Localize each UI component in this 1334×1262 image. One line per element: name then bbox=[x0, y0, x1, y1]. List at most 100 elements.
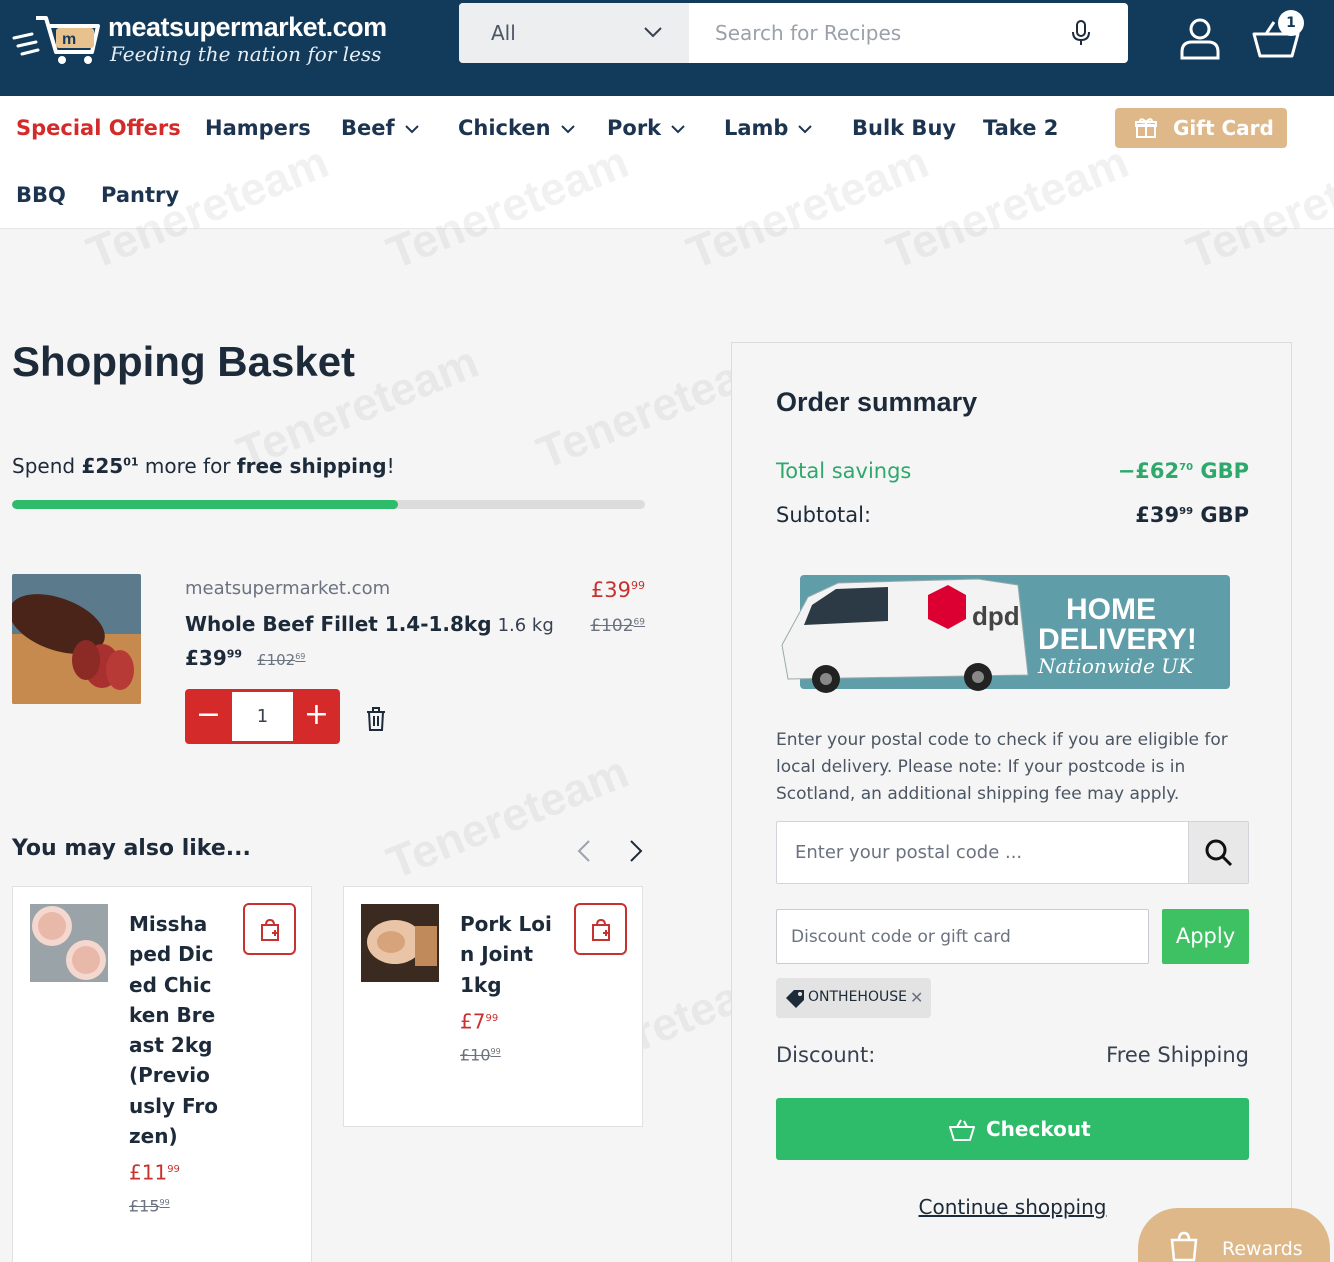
account-icon[interactable] bbox=[1178, 16, 1222, 60]
site-header: m meatsupermarket.com Feeding the nation… bbox=[0, 0, 1334, 96]
recommendation-card[interactable]: Pork Loin Joint 1kg £799 £1099 bbox=[343, 886, 643, 1127]
gift-card-label: Gift Card bbox=[1173, 116, 1274, 140]
line-total-pounds: £39 bbox=[590, 578, 631, 602]
banner-line-3: Nationwide UK bbox=[1037, 654, 1194, 678]
beef-fillet-image[interactable] bbox=[12, 574, 141, 704]
search-category-label: All bbox=[491, 21, 516, 45]
quantity-increase-button[interactable]: + bbox=[293, 689, 340, 744]
recommendation-compare-price: £1599 bbox=[129, 1188, 221, 1222]
chevron-left-icon[interactable] bbox=[576, 838, 592, 864]
total-savings-value: −£6270 GBP bbox=[1118, 459, 1249, 483]
nav-item-label: Beef bbox=[341, 116, 395, 140]
nav-item-beef[interactable]: Beef bbox=[341, 116, 419, 140]
basket-icon bbox=[949, 1119, 975, 1141]
nav-item-pork[interactable]: Pork bbox=[607, 116, 685, 140]
recommendation-compare-pounds: £15 bbox=[129, 1196, 160, 1216]
item-compare-pounds: £102 bbox=[257, 651, 296, 669]
nav-item-chicken[interactable]: Chicken bbox=[458, 116, 575, 140]
quantity-input[interactable] bbox=[232, 692, 293, 741]
recommendation-info: Pork Loin Joint 1kg £799 £1099 bbox=[460, 909, 552, 1070]
chevron-down-icon bbox=[671, 125, 685, 134]
add-to-basket-button[interactable] bbox=[243, 903, 296, 955]
quantity-stepper: − + bbox=[185, 689, 340, 744]
item-compare-pence: 69 bbox=[295, 652, 306, 661]
recommendation-name: Pork Loin Joint 1kg bbox=[460, 912, 552, 997]
order-summary-title: Order summary bbox=[776, 387, 978, 417]
subtotal-label: Subtotal: bbox=[776, 503, 872, 527]
diced-chicken-image bbox=[30, 904, 108, 982]
line-compare-total: £10269 bbox=[590, 616, 645, 636]
cart-logo-icon: m bbox=[12, 16, 100, 64]
bag-add-icon bbox=[261, 918, 279, 941]
home-delivery-banner: dpd HOME DELIVERY! Nationwide UK bbox=[778, 575, 1230, 693]
nav-item-label: Take 2 bbox=[983, 116, 1059, 140]
recommendation-info: Misshaped Diced Chicken Breast 2kg (Prev… bbox=[129, 909, 221, 1222]
nav-item-bulk-buy[interactable]: Bulk Buy bbox=[852, 116, 956, 140]
svg-text:m: m bbox=[62, 31, 76, 48]
recommendation-price-pence: 99 bbox=[485, 1012, 499, 1024]
line-compare-pence: 69 bbox=[633, 617, 645, 628]
shipping-amount-pence: 01 bbox=[123, 455, 139, 469]
search-category-select[interactable]: All bbox=[459, 3, 689, 63]
chevron-right-icon[interactable] bbox=[628, 838, 644, 864]
chevron-down-icon bbox=[560, 125, 575, 134]
total-savings-pounds: −£62 bbox=[1117, 459, 1180, 483]
recommendation-card[interactable]: Misshaped Diced Chicken Breast 2kg (Prev… bbox=[12, 886, 312, 1262]
checkout-button[interactable]: Checkout bbox=[776, 1098, 1249, 1160]
nav-item-pantry[interactable]: Pantry bbox=[101, 183, 179, 207]
item-title[interactable]: Whole Beef Fillet 1.4-1.8kg 1.6 kg bbox=[185, 612, 554, 636]
discount-value: Free Shipping bbox=[1106, 1043, 1249, 1067]
chevron-down-icon bbox=[644, 27, 662, 38]
postal-code-input[interactable] bbox=[777, 822, 1187, 883]
recommendation-price-pence: 99 bbox=[167, 1164, 180, 1176]
add-to-basket-button[interactable] bbox=[574, 903, 627, 955]
line-total: £3999 bbox=[591, 578, 645, 602]
nav-item-label: BBQ bbox=[16, 183, 66, 207]
nav-item-take-2[interactable]: Take 2 bbox=[983, 116, 1058, 140]
discount-code-input[interactable] bbox=[776, 909, 1149, 964]
basket-count-badge: 1 bbox=[1278, 10, 1304, 36]
trash-icon[interactable] bbox=[365, 706, 387, 732]
apply-discount-button[interactable]: Apply bbox=[1162, 909, 1249, 964]
dpd-van-illustration: dpd HOME DELIVERY! Nationwide UK bbox=[781, 575, 1230, 693]
subtotal-value: £3999 GBP bbox=[1135, 503, 1249, 527]
watermark: Tenereteam bbox=[379, 745, 636, 889]
item-price: £3999 £10269 bbox=[185, 646, 305, 670]
line-compare-pounds: £102 bbox=[590, 616, 634, 636]
nav-item-label: Pork bbox=[607, 116, 662, 140]
nav-item-special-offers[interactable]: Special Offers bbox=[16, 116, 181, 140]
shopping-bag-icon bbox=[1170, 1231, 1198, 1262]
search-input[interactable] bbox=[689, 3, 1059, 63]
subtotal-currency: GBP bbox=[1193, 503, 1249, 527]
remove-discount-icon[interactable]: ✕ bbox=[910, 988, 923, 1007]
microphone-icon[interactable] bbox=[1069, 19, 1093, 47]
shipping-amount: £25 bbox=[81, 454, 124, 478]
rewards-button[interactable]: Rewards bbox=[1138, 1208, 1330, 1262]
total-savings-currency: GBP bbox=[1193, 459, 1249, 483]
item-name: Whole Beef Fillet 1.4-1.8kg bbox=[185, 612, 492, 636]
site-logo[interactable]: m meatsupermarket.com Feeding the nation… bbox=[12, 8, 432, 68]
nav-item-label: Special Offers bbox=[16, 116, 181, 140]
nav-item-lamb[interactable]: Lamb bbox=[724, 116, 813, 140]
postal-search-button[interactable] bbox=[1188, 822, 1248, 883]
recommendation-compare-pence: 99 bbox=[490, 1046, 501, 1056]
recommendation-price-pounds: £7 bbox=[460, 1009, 486, 1034]
page-title: Shopping Basket bbox=[12, 338, 356, 385]
nav-item-hampers[interactable]: Hampers bbox=[205, 116, 311, 140]
shipping-mid: more for bbox=[138, 454, 237, 478]
nav-item-label: Lamb bbox=[724, 116, 789, 140]
main-nav: Special Offers Hampers Beef Chicken Pork… bbox=[0, 96, 1334, 229]
item-weight: 1.6 kg bbox=[497, 615, 554, 636]
subtotal-pounds: £39 bbox=[1135, 503, 1180, 527]
shipping-progress-fill bbox=[12, 500, 399, 509]
chevron-down-icon bbox=[404, 125, 419, 134]
quantity-decrease-button[interactable]: − bbox=[185, 689, 232, 744]
free-shipping-message: Spend £2501 more for free shipping! bbox=[12, 454, 395, 478]
nav-item-bbq[interactable]: BBQ bbox=[16, 183, 66, 207]
subtotal-pence: 99 bbox=[1179, 506, 1194, 517]
gift-card-button[interactable]: Gift Card bbox=[1115, 108, 1287, 148]
pork-loin-image bbox=[361, 904, 439, 982]
banner-line-1: HOME bbox=[1066, 593, 1156, 626]
tag-icon bbox=[786, 990, 804, 1008]
nav-item-label: Bulk Buy bbox=[852, 116, 957, 140]
